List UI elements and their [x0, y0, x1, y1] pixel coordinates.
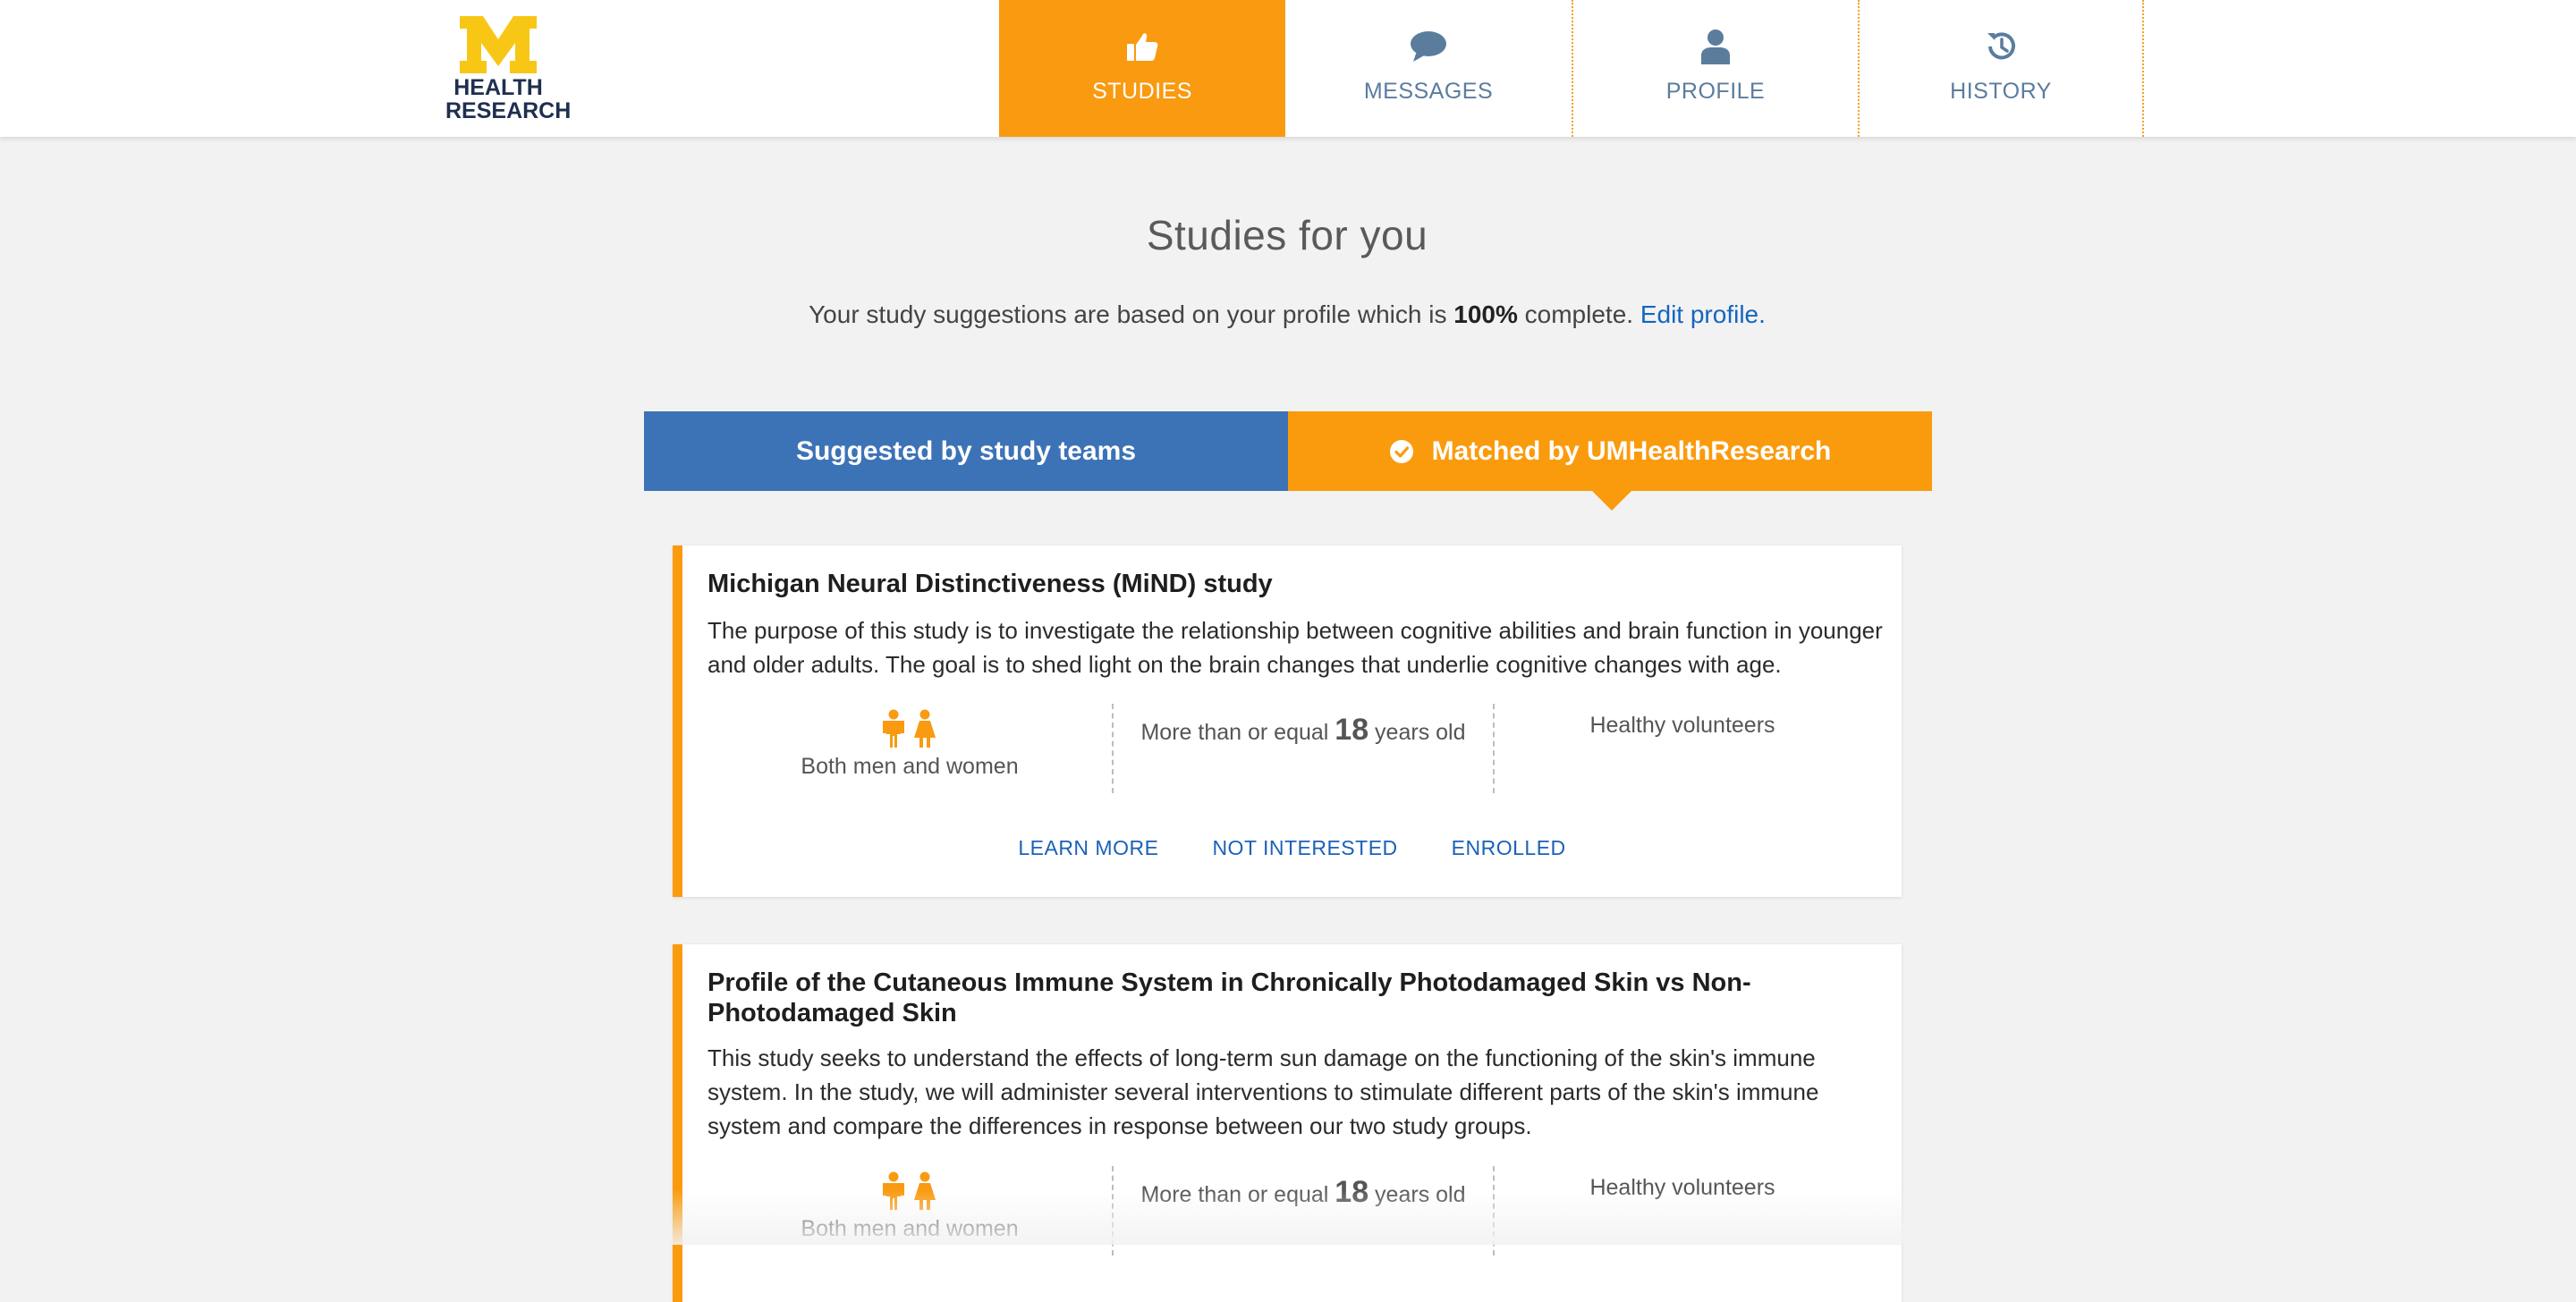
- thumbs-up-icon: [1123, 27, 1162, 66]
- tab-suggested-by-study-teams[interactable]: Suggested by study teams: [644, 411, 1288, 491]
- nav-studies-label: STUDIES: [1092, 79, 1192, 104]
- subtitle-middle: complete.: [1517, 300, 1640, 328]
- logo-text-health: HEALTH: [453, 75, 543, 100]
- profile-percent: 100%: [1453, 300, 1518, 328]
- active-tab-pointer: [1592, 491, 1631, 511]
- study-title[interactable]: Profile of the Cutaneous Immune System i…: [708, 968, 1870, 1028]
- subtitle-prefix: Your study suggestions are based on your…: [809, 300, 1454, 328]
- study-description: This study seeks to understand the effec…: [708, 1044, 1819, 1139]
- study-actions: LEARN MORE NOT INTERESTED ENROLLED: [682, 836, 1902, 860]
- nav-profile-label: PROFILE: [1665, 79, 1766, 104]
- tab-matched-label: Matched by UMHealthResearch: [1431, 435, 1832, 466]
- main-nav: STUDIES MESSAGES PROFILE HISTORY: [999, 0, 2144, 137]
- page-title: Studies for you: [1146, 212, 1428, 258]
- men-and-women-icon: [708, 1171, 1112, 1211]
- gender-eligibility: Both men and women: [708, 704, 1112, 793]
- learn-more-button[interactable]: LEARN MORE: [1018, 836, 1158, 860]
- study-source-tabs: Suggested by study teams Matched by UMHe…: [644, 411, 1932, 511]
- gender-eligibility: Both men and women: [708, 1166, 1112, 1256]
- edit-profile-link[interactable]: Edit profile: [1640, 300, 1758, 328]
- age-eligibility: More than or equal 18 years old: [1112, 704, 1495, 793]
- age-suffix: years old: [1368, 1182, 1466, 1207]
- nav-profile[interactable]: PROFILE: [1572, 0, 1858, 137]
- age-value: 18: [1335, 1175, 1369, 1209]
- nav-studies[interactable]: STUDIES: [999, 0, 1285, 137]
- age-prefix: More than or equal: [1140, 720, 1335, 745]
- nav-history[interactable]: HISTORY: [1858, 0, 2144, 137]
- logo-text-research: RESEARCH: [445, 98, 572, 123]
- age-prefix: More than or equal: [1140, 1182, 1335, 1207]
- study-card: Michigan Neural Distinctiveness (MiND) s…: [673, 545, 1902, 897]
- nav-messages[interactable]: MESSAGES: [1285, 0, 1572, 137]
- not-interested-button[interactable]: NOT INTERESTED: [1212, 836, 1397, 860]
- study-eligibility: Both men and women More than or equal 18…: [708, 704, 1870, 793]
- volunteer-type-label: Healthy volunteers: [1589, 713, 1775, 738]
- study-eligibility: Both men and women More than or equal 18…: [708, 1166, 1870, 1256]
- person-icon: [1696, 27, 1735, 66]
- chat-bubble-icon: [1409, 27, 1448, 66]
- tab-matched-by-umhealthresearch[interactable]: Matched by UMHealthResearch: [1288, 411, 1932, 511]
- tab-suggested-label: Suggested by study teams: [795, 435, 1137, 466]
- nav-messages-label: MESSAGES: [1363, 79, 1494, 104]
- men-and-women-icon: [708, 709, 1112, 748]
- age-suffix: years old: [1368, 720, 1466, 745]
- gender-label: Both men and women: [801, 1216, 1019, 1241]
- top-header: HEALTH RESEARCH STUDIES MESSAGES PROFILE…: [0, 0, 2576, 137]
- subtitle-suffix: .: [1758, 300, 1766, 328]
- study-card: Profile of the Cutaneous Immune System i…: [673, 944, 1902, 1302]
- age-eligibility: More than or equal 18 years old: [1112, 1166, 1495, 1256]
- study-description: The purpose of this study is to investig…: [708, 617, 1883, 678]
- study-title[interactable]: Michigan Neural Distinctiveness (MiND) s…: [708, 569, 1870, 599]
- profile-completeness-text: Your study suggestions are based on your…: [0, 300, 2574, 329]
- gender-label: Both men and women: [801, 754, 1019, 779]
- enrolled-button[interactable]: ENROLLED: [1452, 836, 1566, 860]
- history-clock-icon: [1981, 27, 2021, 66]
- nav-history-label: HISTORY: [1950, 79, 2052, 104]
- volunteer-type-label: Healthy volunteers: [1589, 1175, 1775, 1200]
- volunteer-type: Healthy volunteers: [1495, 704, 1870, 793]
- block-m-icon: [460, 16, 537, 73]
- age-value: 18: [1335, 713, 1369, 747]
- check-circle-icon: [1389, 439, 1413, 463]
- volunteer-type: Healthy volunteers: [1495, 1166, 1870, 1256]
- um-health-research-logo[interactable]: HEALTH RESEARCH: [445, 16, 572, 123]
